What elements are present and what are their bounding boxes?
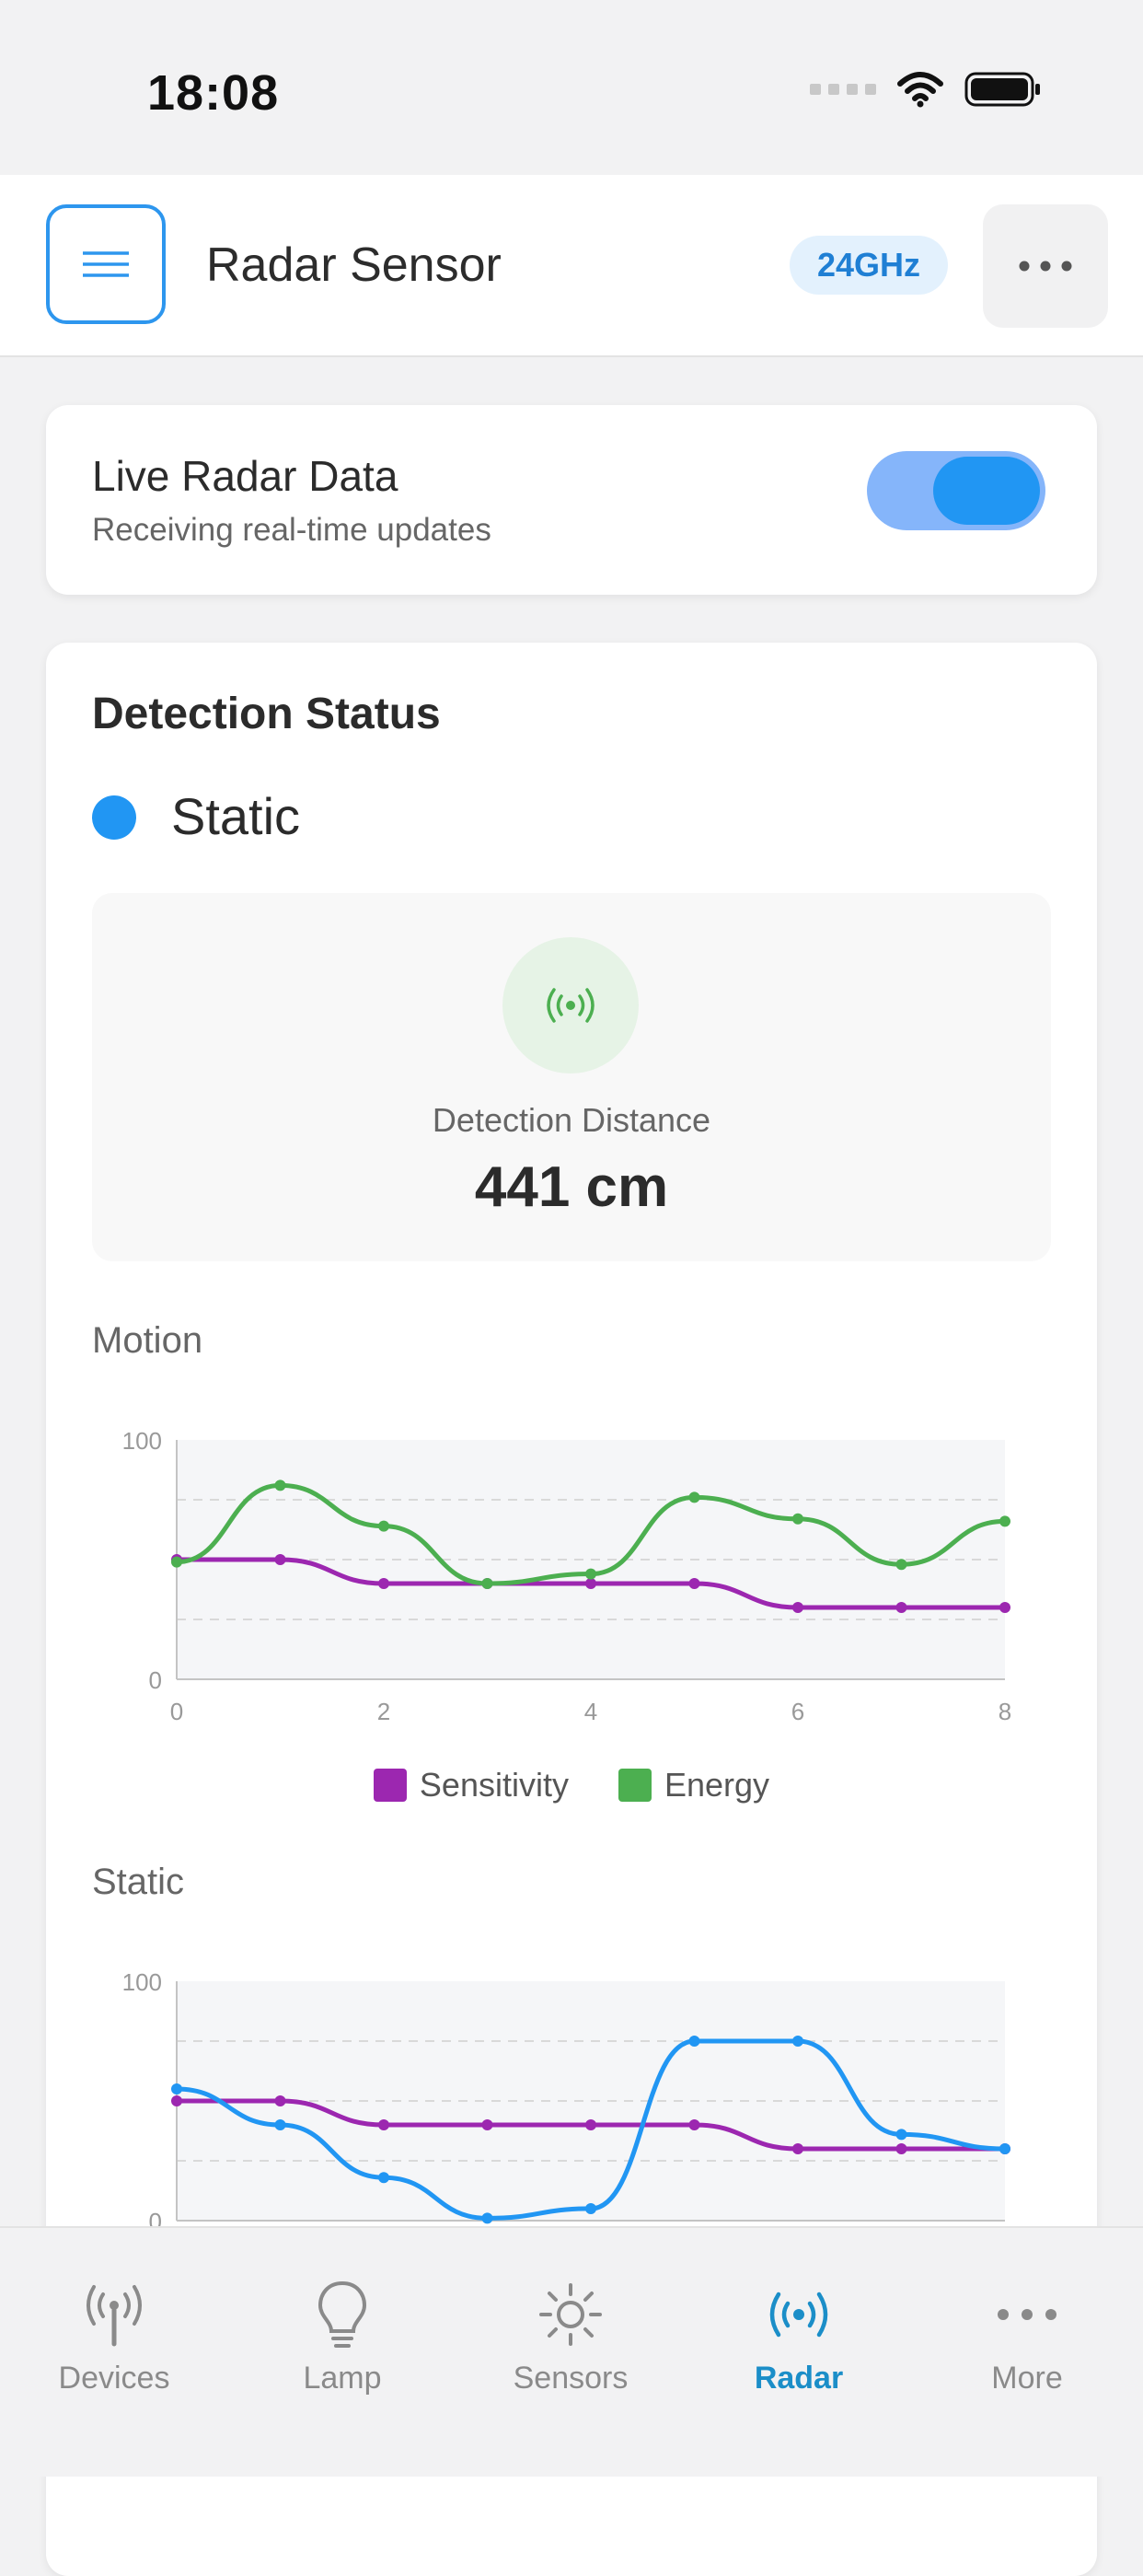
detection-status-title: Detection Status bbox=[92, 690, 441, 738]
cellular-signal-icon bbox=[810, 84, 876, 95]
distance-panel: Detection Distance 441 cm bbox=[92, 893, 1051, 1261]
motion-xtick-label: 0 bbox=[170, 1698, 183, 1725]
legend-item-energy[interactable]: Energy bbox=[618, 1766, 769, 1804]
static-data-point bbox=[274, 2119, 286, 2130]
tab-label-devices: Devices bbox=[58, 2361, 170, 2396]
status-time: 18:08 bbox=[147, 65, 280, 121]
motion-data-point bbox=[999, 1602, 1010, 1613]
motion-data-point bbox=[688, 1491, 700, 1503]
legend-item-sensitivity[interactable]: Sensitivity bbox=[373, 1766, 569, 1804]
static-data-point bbox=[274, 2095, 286, 2106]
legend-swatch-sensitivity bbox=[373, 1769, 407, 1802]
motion-data-point bbox=[378, 1520, 389, 1532]
static-data-point bbox=[378, 2172, 389, 2184]
motion-xtick-label: 8 bbox=[999, 1698, 1011, 1725]
static-data-point bbox=[895, 2129, 907, 2141]
motion-chart: 0 100 0 2 4 6 8 bbox=[122, 1427, 1012, 1725]
page-title: Radar Sensor bbox=[206, 238, 502, 292]
menu-button[interactable] bbox=[46, 204, 166, 324]
hamburger-icon bbox=[83, 251, 129, 277]
tab-more[interactable]: More bbox=[913, 2278, 1141, 2407]
battery-icon bbox=[964, 72, 1040, 107]
ellipsis-icon bbox=[1019, 261, 1072, 272]
static-data-point bbox=[792, 2143, 803, 2154]
motion-data-point bbox=[378, 1578, 389, 1589]
live-data-toggle[interactable] bbox=[867, 451, 1045, 530]
distance-label: Detection Distance bbox=[432, 1101, 711, 1139]
toggle-knob bbox=[933, 457, 1040, 525]
static-data-point bbox=[999, 2143, 1010, 2154]
live-data-card: Live Radar Data Receiving real-time upda… bbox=[46, 405, 1097, 595]
distance-value: 441 cm bbox=[474, 1155, 669, 1219]
static-data-point bbox=[585, 2119, 596, 2130]
antenna-icon bbox=[87, 2285, 142, 2347]
detection-state-text: Static bbox=[171, 787, 301, 845]
motion-data-point bbox=[999, 1515, 1010, 1527]
motion-data-point bbox=[895, 1602, 907, 1613]
chart-legend: Sensitivity Energy bbox=[46, 1766, 1097, 1804]
frequency-badge: 24GHz bbox=[790, 236, 949, 295]
sun-icon bbox=[539, 2283, 602, 2346]
legend-label-sensitivity: Sensitivity bbox=[419, 1766, 569, 1804]
radar-signal-icon bbox=[502, 937, 639, 1073]
bottom-tab-bar: Devices Lamp Sensors Radar More bbox=[0, 2226, 1143, 2477]
static-data-point bbox=[688, 2036, 700, 2047]
status-bar: 18:08 bbox=[0, 0, 1143, 175]
tab-label-sensors: Sensors bbox=[513, 2361, 629, 2396]
static-data-point bbox=[688, 2119, 700, 2130]
status-icons bbox=[810, 70, 1042, 109]
more-options-button[interactable] bbox=[983, 204, 1108, 328]
tab-label-lamp: Lamp bbox=[303, 2361, 382, 2396]
static-data-point bbox=[792, 2036, 803, 2047]
motion-data-point bbox=[274, 1554, 286, 1565]
motion-ytick-label: 0 bbox=[149, 1666, 162, 1694]
motion-ytick-label: 100 bbox=[122, 1427, 162, 1455]
motion-data-point bbox=[792, 1513, 803, 1525]
motion-xtick-label: 6 bbox=[791, 1698, 804, 1725]
static-data-point bbox=[171, 2095, 182, 2106]
motion-data-point bbox=[274, 1479, 286, 1491]
tab-radar[interactable]: Radar bbox=[685, 2278, 913, 2407]
static-data-point bbox=[895, 2143, 907, 2154]
static-data-point bbox=[481, 2119, 493, 2130]
static-chart-title: Static bbox=[92, 1862, 185, 1902]
tab-label-radar: Radar bbox=[754, 2361, 844, 2396]
static-data-point bbox=[481, 2212, 493, 2224]
motion-data-point bbox=[792, 1602, 803, 1613]
tab-label-more: More bbox=[991, 2361, 1063, 2396]
tab-lamp[interactable]: Lamp bbox=[228, 2278, 456, 2407]
motion-data-point bbox=[585, 1578, 596, 1589]
static-ytick-label: 100 bbox=[122, 1968, 162, 1996]
more-icon bbox=[998, 2309, 1056, 2320]
lightbulb-icon bbox=[318, 2280, 367, 2348]
static-data-point bbox=[378, 2119, 389, 2130]
static-data-point bbox=[171, 2083, 182, 2094]
live-data-title: Live Radar Data bbox=[92, 452, 398, 500]
tab-sensors[interactable]: Sensors bbox=[456, 2278, 685, 2407]
motion-chart-title: Motion bbox=[92, 1320, 203, 1361]
motion-xtick-label: 4 bbox=[584, 1698, 597, 1725]
motion-data-point bbox=[585, 1568, 596, 1580]
live-data-subtitle: Receiving real-time updates bbox=[92, 512, 491, 548]
motion-data-point bbox=[481, 1578, 493, 1589]
motion-xtick-label: 2 bbox=[377, 1698, 390, 1725]
static-data-point bbox=[585, 2203, 596, 2214]
radar-icon bbox=[769, 2292, 828, 2338]
motion-data-point bbox=[688, 1578, 700, 1589]
motion-data-point bbox=[895, 1559, 907, 1571]
legend-swatch-energy bbox=[618, 1769, 652, 1802]
tab-devices[interactable]: Devices bbox=[0, 2278, 228, 2407]
detection-state-indicator bbox=[92, 795, 136, 840]
motion-data-point bbox=[171, 1556, 182, 1568]
wifi-icon bbox=[897, 72, 943, 108]
legend-label-energy: Energy bbox=[664, 1766, 770, 1804]
app-header: Radar Sensor 24GHz bbox=[0, 175, 1143, 357]
